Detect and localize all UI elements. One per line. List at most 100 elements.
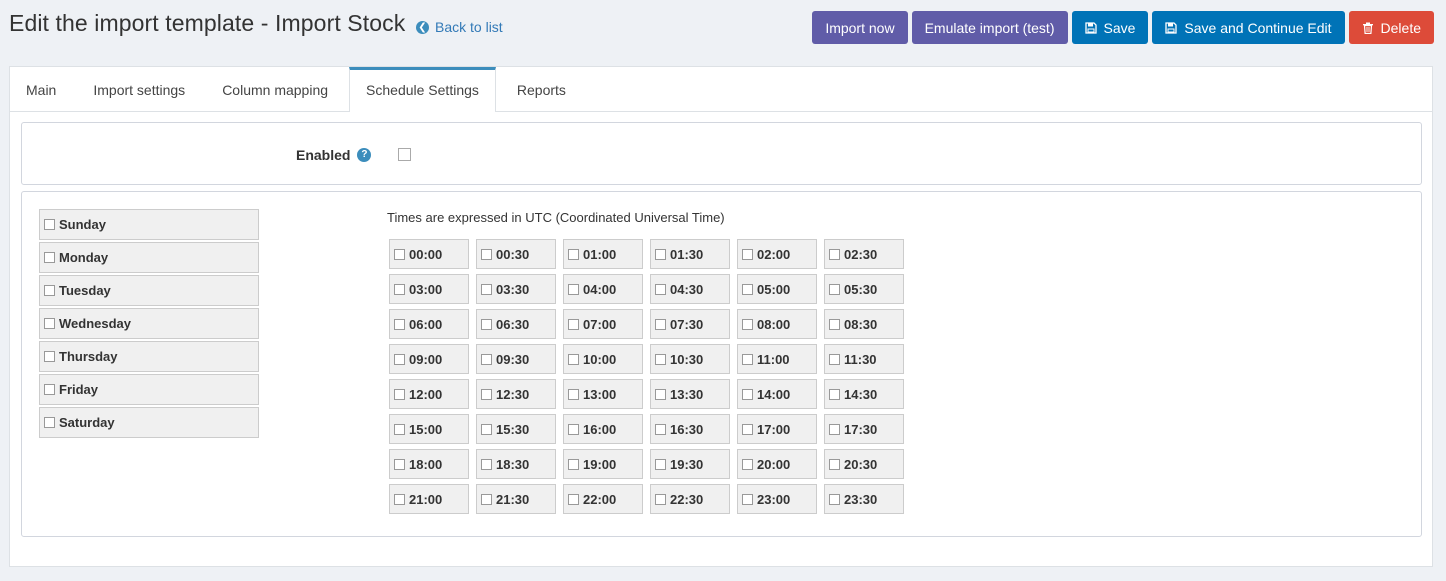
time-checkbox[interactable] (481, 388, 492, 400)
time-checkbox[interactable] (829, 248, 840, 260)
time-checkbox[interactable] (394, 283, 405, 295)
time-checkbox[interactable] (481, 493, 492, 505)
time-slot[interactable]: 15:00 (389, 414, 469, 444)
emulate-import-button[interactable]: Emulate import (test) (911, 11, 1068, 44)
day-checkbox[interactable] (44, 285, 55, 296)
time-checkbox[interactable] (829, 353, 840, 365)
time-slot[interactable]: 14:30 (824, 379, 904, 409)
time-slot[interactable]: 11:30 (824, 344, 904, 374)
time-checkbox[interactable] (742, 458, 753, 470)
time-checkbox[interactable] (568, 493, 579, 505)
time-slot[interactable]: 06:30 (476, 309, 556, 339)
time-checkbox[interactable] (394, 388, 405, 400)
time-checkbox[interactable] (742, 353, 753, 365)
day-wednesday[interactable]: Wednesday (39, 308, 259, 339)
time-checkbox[interactable] (742, 283, 753, 295)
time-checkbox[interactable] (655, 283, 666, 295)
time-slot[interactable]: 19:00 (563, 449, 643, 479)
time-checkbox[interactable] (394, 248, 405, 260)
time-checkbox[interactable] (742, 318, 753, 330)
time-checkbox[interactable] (829, 423, 840, 435)
time-checkbox[interactable] (829, 388, 840, 400)
time-checkbox[interactable] (481, 458, 492, 470)
day-tuesday[interactable]: Tuesday (39, 275, 259, 306)
time-checkbox[interactable] (568, 248, 579, 260)
time-slot[interactable]: 13:00 (563, 379, 643, 409)
time-slot[interactable]: 01:30 (650, 239, 730, 269)
time-checkbox[interactable] (655, 493, 666, 505)
back-to-list-link[interactable]: ❮ Back to list (416, 19, 503, 35)
time-slot[interactable]: 03:00 (389, 274, 469, 304)
time-slot[interactable]: 13:30 (650, 379, 730, 409)
time-checkbox[interactable] (742, 388, 753, 400)
time-slot[interactable]: 15:30 (476, 414, 556, 444)
time-checkbox[interactable] (655, 423, 666, 435)
time-checkbox[interactable] (655, 388, 666, 400)
time-slot[interactable]: 09:30 (476, 344, 556, 374)
time-slot[interactable]: 19:30 (650, 449, 730, 479)
time-checkbox[interactable] (394, 318, 405, 330)
time-slot[interactable]: 09:00 (389, 344, 469, 374)
time-slot[interactable]: 08:00 (737, 309, 817, 339)
time-checkbox[interactable] (655, 458, 666, 470)
time-slot[interactable]: 18:00 (389, 449, 469, 479)
time-slot[interactable]: 02:30 (824, 239, 904, 269)
tab-column-mapping[interactable]: Column mapping (206, 67, 344, 111)
time-checkbox[interactable] (568, 388, 579, 400)
time-checkbox[interactable] (655, 353, 666, 365)
day-sunday[interactable]: Sunday (39, 209, 259, 240)
time-slot[interactable]: 11:00 (737, 344, 817, 374)
time-slot[interactable]: 04:00 (563, 274, 643, 304)
time-slot[interactable]: 01:00 (563, 239, 643, 269)
time-checkbox[interactable] (655, 248, 666, 260)
import-now-button[interactable]: Import now (812, 11, 908, 44)
time-checkbox[interactable] (742, 493, 753, 505)
time-checkbox[interactable] (742, 423, 753, 435)
time-slot[interactable]: 16:30 (650, 414, 730, 444)
time-slot[interactable]: 17:00 (737, 414, 817, 444)
tab-main[interactable]: Main (10, 67, 72, 111)
day-checkbox[interactable] (44, 384, 55, 395)
save-continue-button[interactable]: Save and Continue Edit (1152, 11, 1345, 44)
time-slot[interactable]: 04:30 (650, 274, 730, 304)
time-slot[interactable]: 23:00 (737, 484, 817, 514)
time-slot[interactable]: 12:00 (389, 379, 469, 409)
time-checkbox[interactable] (829, 493, 840, 505)
time-slot[interactable]: 21:30 (476, 484, 556, 514)
save-button[interactable]: Save (1071, 11, 1149, 44)
time-slot[interactable]: 10:00 (563, 344, 643, 374)
time-slot[interactable]: 10:30 (650, 344, 730, 374)
time-slot[interactable]: 12:30 (476, 379, 556, 409)
time-checkbox[interactable] (394, 458, 405, 470)
time-slot[interactable]: 07:30 (650, 309, 730, 339)
time-slot[interactable]: 02:00 (737, 239, 817, 269)
time-checkbox[interactable] (568, 458, 579, 470)
time-checkbox[interactable] (394, 423, 405, 435)
day-checkbox[interactable] (44, 351, 55, 362)
time-slot[interactable]: 06:00 (389, 309, 469, 339)
time-checkbox[interactable] (394, 493, 405, 505)
time-slot[interactable]: 14:00 (737, 379, 817, 409)
day-saturday[interactable]: Saturday (39, 407, 259, 438)
delete-button[interactable]: Delete (1348, 11, 1434, 44)
time-slot[interactable]: 23:30 (824, 484, 904, 514)
time-slot[interactable]: 20:30 (824, 449, 904, 479)
time-slot[interactable]: 08:30 (824, 309, 904, 339)
day-checkbox[interactable] (44, 252, 55, 263)
day-checkbox[interactable] (44, 417, 55, 428)
time-slot[interactable]: 18:30 (476, 449, 556, 479)
day-monday[interactable]: Monday (39, 242, 259, 273)
time-slot[interactable]: 00:00 (389, 239, 469, 269)
time-slot[interactable]: 17:30 (824, 414, 904, 444)
time-checkbox[interactable] (568, 353, 579, 365)
tab-import-settings[interactable]: Import settings (77, 67, 201, 111)
time-slot[interactable]: 07:00 (563, 309, 643, 339)
tab-schedule-settings[interactable]: Schedule Settings (349, 67, 496, 112)
time-slot[interactable]: 22:30 (650, 484, 730, 514)
time-slot[interactable]: 22:00 (563, 484, 643, 514)
time-checkbox[interactable] (481, 353, 492, 365)
time-checkbox[interactable] (568, 283, 579, 295)
time-checkbox[interactable] (568, 318, 579, 330)
time-slot[interactable]: 16:00 (563, 414, 643, 444)
time-checkbox[interactable] (394, 353, 405, 365)
